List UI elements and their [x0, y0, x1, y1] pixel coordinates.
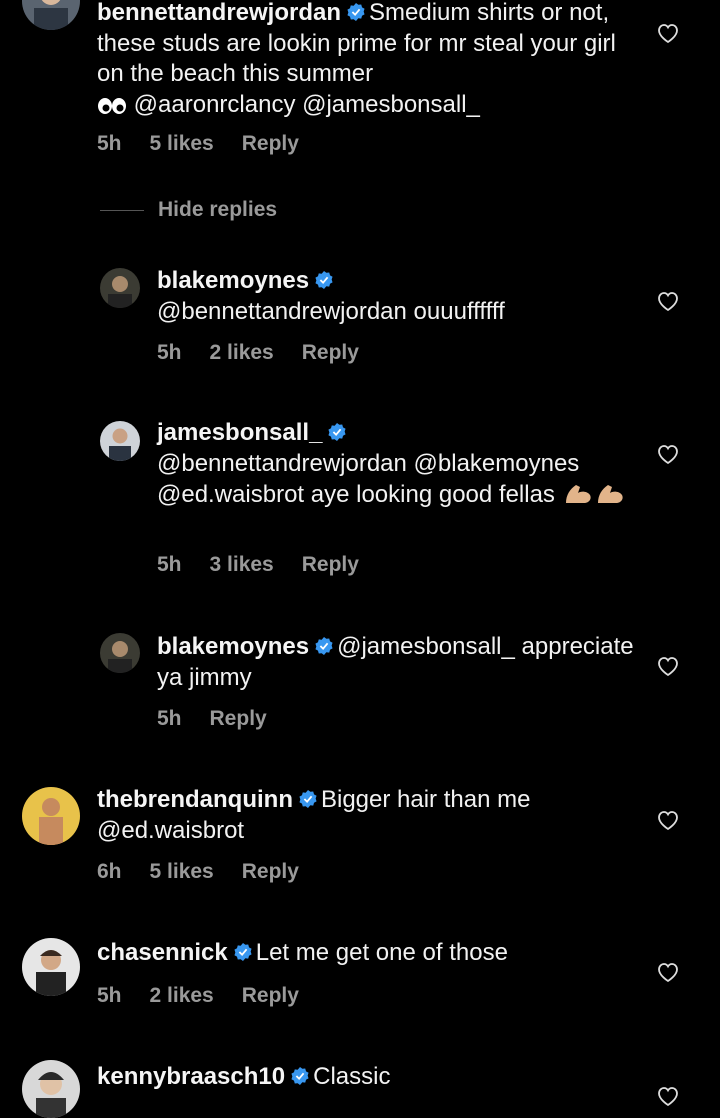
avatar[interactable]	[22, 0, 80, 30]
heart-icon[interactable]	[656, 290, 680, 312]
reply-button[interactable]: Reply	[242, 132, 299, 155]
comment-meta: 5h 2 likes Reply	[157, 341, 387, 365]
timestamp: 5h	[157, 553, 182, 576]
avatar[interactable]	[100, 633, 140, 673]
reply-button[interactable]: Reply	[302, 341, 359, 364]
verified-badge-icon	[315, 637, 333, 655]
username[interactable]: thebrendanquinn	[97, 786, 293, 813]
reply-button[interactable]: Reply	[210, 707, 267, 730]
verified-badge-icon	[234, 943, 252, 961]
comment-text: Let me get one of those	[255, 939, 508, 966]
comment-text-block: blakemoynes @bennettandrewjordan ouuufff…	[157, 266, 637, 327]
comment-text-block: jamesbonsall_ @bennettandrewjordan @blak…	[157, 418, 637, 514]
comment-text-block: thebrendanquinn Bigger hair than me @ed.w…	[97, 785, 637, 846]
username[interactable]: blakemoynes	[157, 267, 309, 294]
verified-badge-icon	[315, 271, 333, 289]
hide-replies-button[interactable]: Hide replies	[100, 198, 277, 222]
timestamp: 5h	[97, 132, 122, 155]
heart-icon[interactable]	[656, 443, 680, 465]
avatar[interactable]	[100, 421, 140, 461]
timestamp: 5h	[157, 341, 182, 364]
comment-meta: 5h 2 likes Reply	[97, 984, 327, 1008]
heart-icon[interactable]	[656, 22, 680, 44]
username[interactable]: bennettandrewjordan	[97, 0, 341, 26]
timestamp: 5h	[157, 707, 182, 730]
comment-text-block: chasennick Let me get one of those	[97, 938, 637, 969]
hide-replies-label: Hide replies	[158, 198, 278, 221]
heart-icon[interactable]	[656, 655, 680, 677]
likes-count[interactable]: 5 likes	[150, 860, 214, 883]
comment-text-block: kennybraasch10 Classic	[97, 1062, 637, 1093]
likes-count[interactable]: 3 likes	[210, 553, 274, 576]
username[interactable]: blakemoynes	[157, 633, 309, 660]
heart-icon[interactable]	[656, 809, 680, 831]
timestamp: 5h	[97, 984, 122, 1007]
comment-text: @bennettandrewjordan @blakemoynes @ed.wa…	[157, 449, 580, 509]
verified-badge-icon	[291, 1067, 309, 1085]
comment-meta: 5h Reply	[157, 707, 295, 731]
verified-badge-icon	[328, 423, 346, 441]
heart-icon[interactable]	[656, 1085, 680, 1107]
comment-text: Classic	[313, 1063, 391, 1090]
likes-count[interactable]: 2 likes	[150, 984, 214, 1007]
avatar[interactable]	[22, 1060, 80, 1118]
eyes-emoji-icon	[97, 93, 127, 124]
comment-text-block: bennettandrewjordan Smedium shirts or not…	[97, 0, 637, 123]
comment-meta: 5h 3 likes Reply	[157, 553, 387, 577]
reply-button[interactable]: Reply	[242, 984, 299, 1007]
likes-count[interactable]: 2 likes	[210, 341, 274, 364]
comment-text: @bennettandrewjordan ouuuffffff	[157, 297, 505, 325]
avatar[interactable]	[100, 268, 140, 308]
divider	[100, 209, 144, 211]
reply-button[interactable]: Reply	[242, 860, 299, 883]
avatar[interactable]	[22, 938, 80, 996]
username[interactable]: kennybraasch10	[97, 1063, 285, 1090]
likes-count[interactable]: 5 likes	[150, 132, 214, 155]
username[interactable]: chasennick	[97, 939, 228, 966]
username[interactable]: jamesbonsall_	[157, 419, 322, 446]
heart-icon[interactable]	[656, 961, 680, 983]
comment-meta: 5h 5 likes Reply	[97, 132, 327, 156]
comment-meta: 6h 5 likes Reply	[97, 860, 327, 884]
verified-badge-icon	[347, 3, 365, 21]
verified-badge-icon	[299, 790, 317, 808]
avatar[interactable]	[22, 787, 80, 845]
mention-text[interactable]: @aaronrclancy @jamesbonsall_	[134, 91, 480, 118]
flexed-biceps-emoji-icon	[562, 479, 628, 514]
reply-button[interactable]: Reply	[302, 553, 359, 576]
timestamp: 6h	[97, 860, 122, 883]
comment-text-block: blakemoynes @jamesbonsall_ appreciate ya …	[157, 632, 637, 693]
